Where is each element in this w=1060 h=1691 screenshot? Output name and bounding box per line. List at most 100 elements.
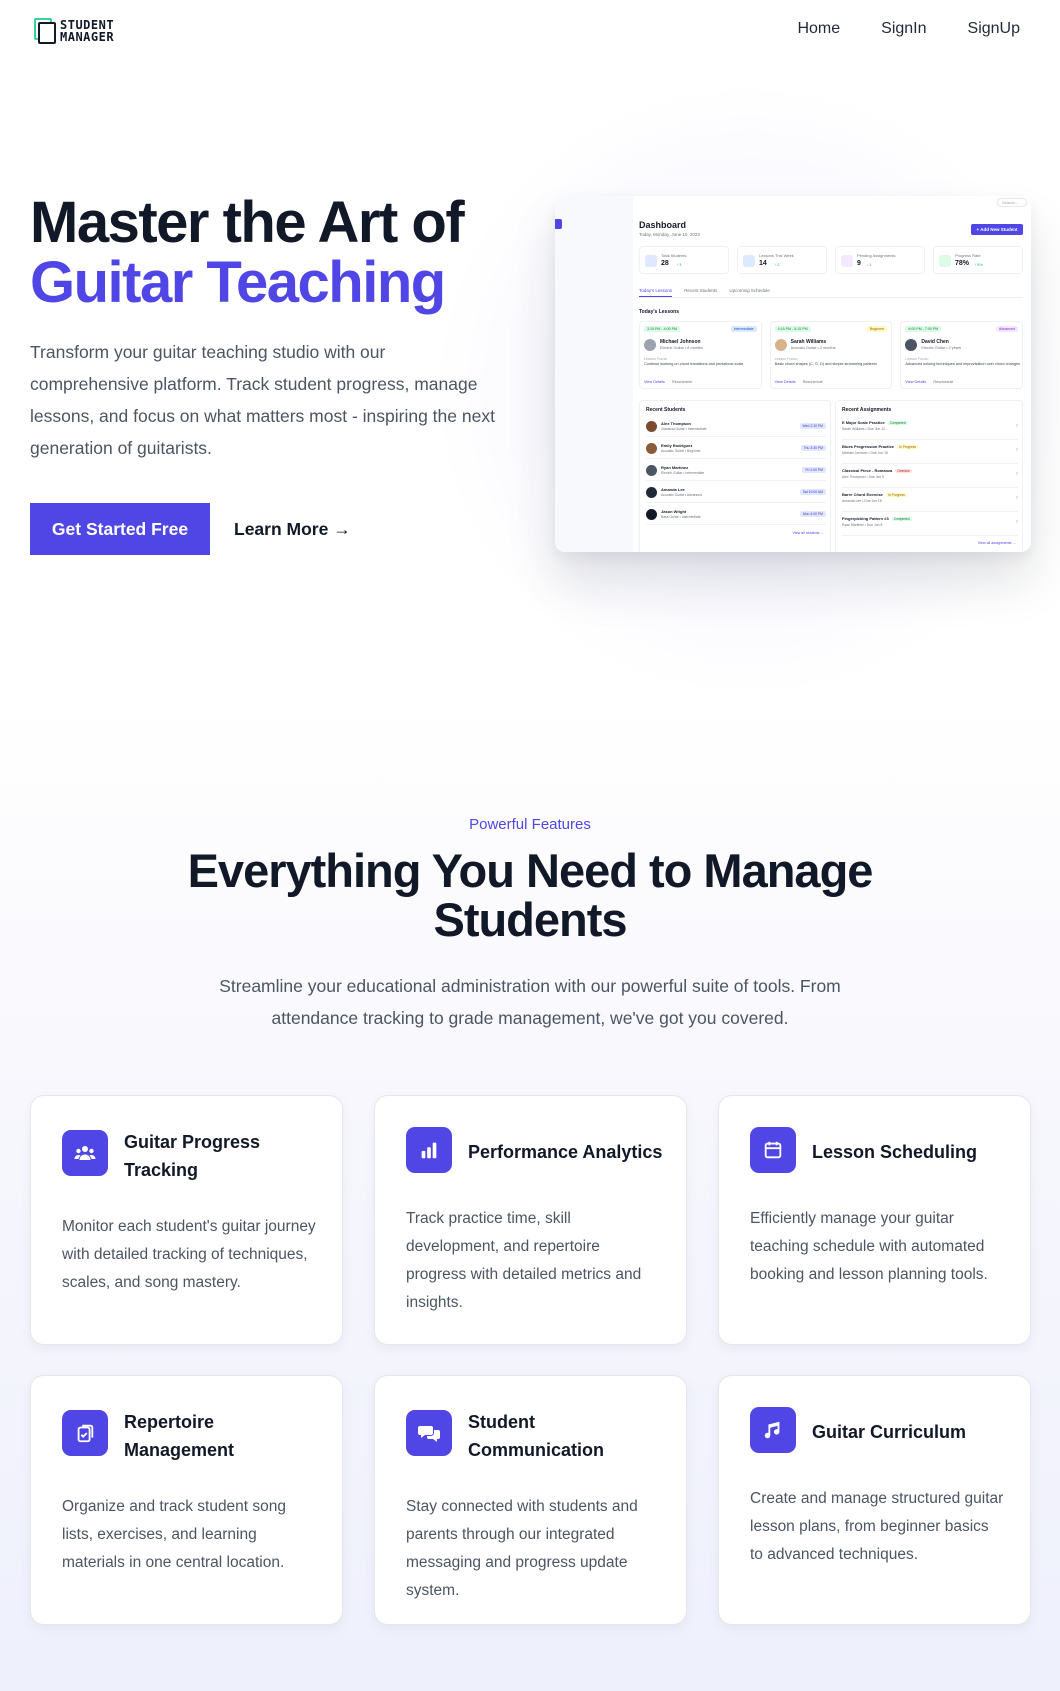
lesson-reschedule: Reschedule (933, 380, 954, 384)
hero-title: Master the Art of Guitar Teaching (30, 190, 465, 313)
recent-assignments-heading: Recent Assignments (842, 407, 892, 413)
assignment-row: Fingerpicking Pattern #3 Completed Ryan Ma… (842, 512, 1018, 536)
feature-card-lesson-scheduling: Lesson Scheduling Efficiently manage you… (718, 1095, 1031, 1345)
lesson-level-badge: Intermediate (730, 326, 757, 332)
feature-title: Performance Analytics (468, 1142, 663, 1162)
brand-name: STUDENT MANAGER (60, 19, 114, 43)
stat-value: 9 (857, 260, 861, 267)
feature-description: Create and manage structured guitar less… (750, 1490, 1004, 1563)
view-all-students-link: View all students → (792, 531, 825, 535)
brand-line-2: MANAGER (60, 30, 115, 44)
feature-title: Guitar Curriculum (812, 1422, 967, 1442)
student-name: Amanda Lee (661, 487, 685, 492)
stat-change: ↑ 2 (774, 262, 780, 267)
student-info: Classical Guitar • Intermediate (661, 427, 707, 431)
feature-title: Lesson Scheduling (812, 1142, 978, 1162)
student-info: Electric Guitar • Intermediate (661, 471, 705, 475)
landing-page: STUDENT MANAGER Home SignIn SignUp Maste… (0, 0, 1060, 1691)
lesson-reschedule: Reschedule (802, 380, 823, 384)
stat-value: 28 (661, 260, 669, 267)
assignment-title: Blues Progression Practice In Progress (842, 444, 918, 449)
feature-description: Organize and track student song lists, e… (62, 1498, 287, 1571)
feature-card-guitar-curriculum: Guitar Curriculum Create and manage stru… (718, 1375, 1031, 1625)
recent-students-panel: Recent Students Alex Thompson Classical G… (639, 400, 831, 552)
stat-value: 14 (759, 260, 767, 267)
lesson-instrument: Electric Guitar • 2 years (921, 346, 962, 350)
stat-icon (939, 255, 951, 267)
stat-icon (841, 255, 853, 267)
student-name: Alex Thompson (661, 421, 692, 426)
feature-title: Student Communication (468, 1412, 605, 1460)
get-started-button[interactable]: Get Started Free (30, 503, 210, 555)
avatar (774, 339, 787, 351)
users-icon (62, 1130, 108, 1176)
tab-recent-students: Recent Students (684, 288, 718, 293)
stat-value: 78% (955, 260, 970, 267)
chevron-right-icon: › (1016, 495, 1018, 501)
student-info: Acoustic Guitar • Advanced (661, 493, 702, 497)
student-info: Bass Guitar • Intermediate (661, 515, 701, 519)
lesson-focus-label: Lesson Focus: (774, 357, 799, 361)
assignment-row: Blues Progression Practice In Progress Mic… (842, 440, 1018, 464)
assignment-status-badge: Overdue (895, 469, 912, 473)
stat-card: Progress Rate 78% ↑ 5% (933, 246, 1023, 274)
student-date-badge: Fri 2:00 PM (802, 467, 826, 473)
nav-signin-link[interactable]: SignIn (881, 20, 926, 38)
feature-title: Guitar Progress Tracking (124, 1132, 261, 1180)
logo-icon (34, 18, 56, 44)
lesson-focus: Basic chord shapes (C, G, D) and simple … (774, 362, 878, 366)
brand-logo[interactable]: STUDENT MANAGER (34, 18, 114, 44)
student-row: Emily Rodriguez Acoustic Guitar • Beginne… (646, 439, 826, 459)
student-date-badge: Mon 4:00 PM (799, 511, 826, 517)
student-info: Acoustic Guitar • Beginner (661, 449, 701, 453)
nav-home-link[interactable]: Home (797, 20, 840, 38)
lesson-reschedule: Reschedule (672, 380, 693, 384)
top-nav: STUDENT MANAGER Home SignIn SignUp (0, 0, 1060, 64)
stat-change: ↓ 1 (866, 262, 872, 267)
lesson-view-details: View Details (774, 380, 796, 384)
avatar (905, 339, 918, 351)
feature-description: Stay connected with students and parents… (406, 1498, 638, 1599)
avatar (646, 509, 657, 520)
feature-card-student-communication: Student Communication Stay connected wit… (374, 1375, 687, 1625)
lesson-time: 4:15 PM - 5:15 PM (774, 326, 811, 332)
assignment-status-badge: Completed (891, 517, 912, 521)
student-date-badge: Wed 2:30 PM (799, 423, 826, 429)
student-date-badge: Sat 10:00 AM (799, 489, 826, 495)
student-row: Alex Thompson Classical Guitar • Intermed… (646, 417, 826, 437)
assignment-title: Fingerpicking Pattern #3 Completed (842, 516, 912, 521)
dashboard-date: Today, Monday, June 10, 2023 (639, 232, 700, 237)
stat-card: Pending Assignments 9 ↓ 1 (835, 246, 925, 274)
avatar (646, 443, 657, 454)
lesson-instrument: Electric Guitar • 8 months (660, 346, 703, 350)
stat-card: Total Students 28 ↑ 3 (639, 246, 729, 274)
chevron-right-icon: › (1016, 447, 1018, 453)
student-row: Amanda Lee Acoustic Guitar • Advanced Sat … (646, 483, 826, 503)
learn-more-link[interactable]: Learn More → (234, 503, 351, 555)
lesson-student-name: David Chen (921, 339, 949, 345)
stat-label: Pending Assignments (857, 253, 896, 258)
avatar (646, 465, 657, 476)
assignment-info: Sarah Williams • Due Jun 12 (842, 427, 886, 431)
lesson-card: 4:15 PM - 5:15 PM Beginner Sarah William… (769, 321, 893, 389)
tab-todays-lessons: Today's Lessons (639, 288, 673, 297)
lesson-focus: Advanced soloing techniques and improvis… (905, 362, 1020, 366)
view-all-assignments-link: View all assignments → (977, 541, 1016, 545)
dashboard-tabs: Today's Lessons Recent Students Upcoming… (639, 288, 770, 297)
nav-signup-link[interactable]: SignUp (968, 20, 1020, 38)
recent-assignments-panel: Recent Assignments E Major Scale Practic… (835, 400, 1023, 552)
lesson-level-badge: Beginner (866, 326, 888, 332)
features-title: Everything You Need to Manage Students (187, 844, 874, 946)
hero-title-line-1: Master the Art of (30, 190, 465, 255)
assignment-title-text: Fingerpicking Pattern #3 (842, 516, 889, 521)
avatar (646, 487, 657, 498)
feature-card-progress-tracking: Guitar Progress Tracking Monitor each st… (30, 1095, 343, 1345)
lesson-view-details: View Details (644, 380, 665, 384)
avatar (646, 421, 657, 432)
chat-bubbles-icon (406, 1410, 452, 1456)
lessons-list: 3:15 PM - 4:00 PM Intermediate Michael J… (639, 321, 1024, 389)
clipboard-check-icon (62, 1410, 108, 1456)
dashboard-search: Search... (997, 198, 1027, 207)
dashboard-sidebar (555, 196, 633, 552)
chevron-right-icon: › (1016, 471, 1018, 477)
